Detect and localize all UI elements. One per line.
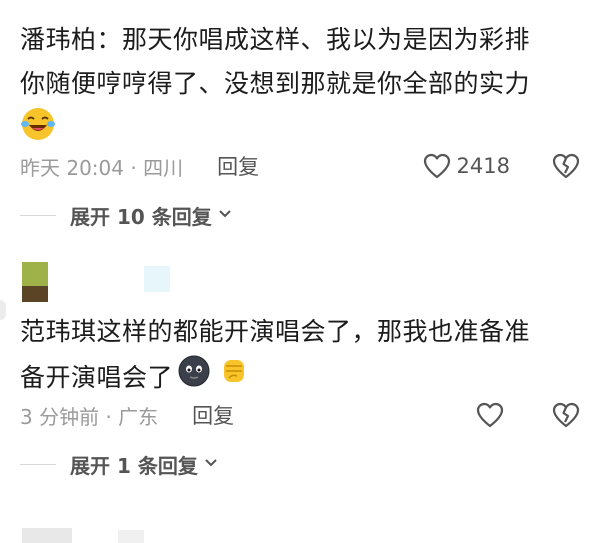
comment-1-meta: 昨天 20:04 · 四川 回复 2418 <box>20 148 590 184</box>
divider-line <box>20 214 56 216</box>
raised-fist-emoji <box>217 354 251 402</box>
comment-1-text-line1: 潘玮柏：那天你唱成这样、我以为是因为彩排 <box>20 25 531 54</box>
comment-1-emoji-row <box>20 106 590 150</box>
comment-2-text-line2: 备开演唱会了 <box>20 363 174 392</box>
comment-2-expand-label: 展开 1 条回复 <box>70 453 198 478</box>
comment-1-dislike-button[interactable] <box>552 153 580 179</box>
comment-2-text-line1: 范玮琪这样的都能开演唱会了，那我也准备准 <box>20 317 531 346</box>
comment-1-like-count: 2418 <box>456 154 510 178</box>
comment-1-time-location: 昨天 20:04 · 四川 <box>20 155 184 180</box>
heart-icon <box>423 153 450 179</box>
comment-2-reply-button[interactable]: 回复 <box>192 400 234 430</box>
comment-2-like-button[interactable] <box>476 402 510 428</box>
comment-2-time-location: 3 分钟前 · 广东 <box>20 404 159 429</box>
broken-heart-icon <box>552 153 580 179</box>
comment-1-like-button[interactable]: 2418 <box>423 153 510 179</box>
comment-3-avatar[interactable] <box>22 528 72 543</box>
comment-3-username-blurred[interactable] <box>118 530 144 543</box>
comment-1-reply-button[interactable]: 回复 <box>217 151 259 181</box>
comment-1-expand-label: 展开 10 条回复 <box>70 204 212 229</box>
comment-1-expand-replies[interactable]: 展开 10 条回复 <box>20 200 232 230</box>
divider-line <box>20 463 56 465</box>
comment-2-username-blurred[interactable] <box>144 266 170 292</box>
comment-2-expand-replies[interactable]: 展开 1 条回复 <box>20 449 218 479</box>
comment-2-meta: 3 分钟前 · 广东 回复 <box>20 397 590 433</box>
chevron-down-icon <box>204 456 218 472</box>
heart-icon <box>476 402 504 428</box>
comment-2-text-line2-row: 备开演唱会了 <box>20 354 590 402</box>
comment-1-text-line2: 你随便哼哼得了、没想到那就是你全部的实力 <box>20 69 531 98</box>
dark-blob-face-emoji <box>177 354 211 402</box>
comment-2-avatar[interactable] <box>22 262 48 302</box>
comment-1: 潘玮柏：那天你唱成这样、我以为是因为彩排 你随便哼哼得了、没想到那就是你全部的实… <box>20 18 590 150</box>
broken-heart-icon <box>552 402 580 428</box>
comment-2-dislike-button[interactable] <box>552 402 580 428</box>
laughing-crying-emoji <box>20 106 56 146</box>
comment-2: 范玮琪这样的都能开演唱会了，那我也准备准 备开演唱会了 <box>20 310 590 402</box>
chevron-down-icon <box>218 207 232 223</box>
edge-decoration <box>0 300 6 320</box>
